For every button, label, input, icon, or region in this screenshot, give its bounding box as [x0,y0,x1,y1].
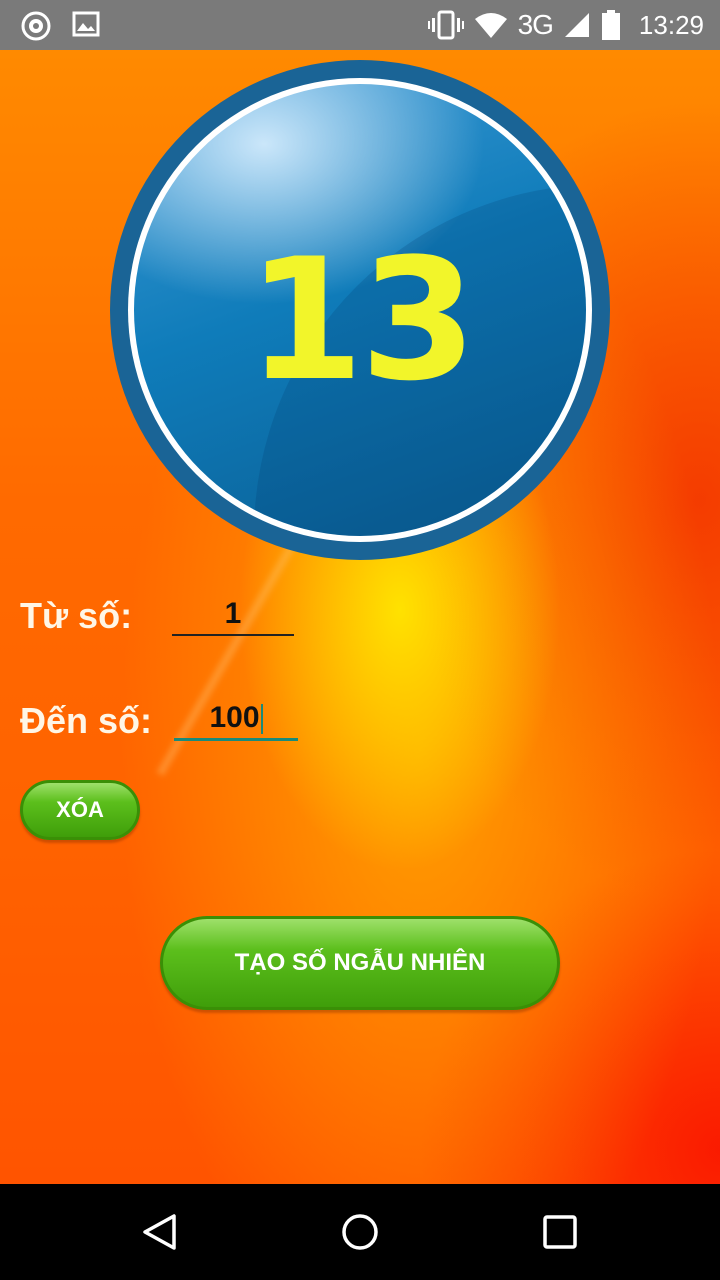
random-number: 13 [247,222,477,418]
network-type: 3G [517,9,554,40]
navigation-bar [0,1184,720,1280]
battery-icon [601,10,621,40]
compass-icon [20,10,52,42]
generate-button[interactable]: TẠO SỐ NGẪU NHIÊN [160,916,560,1010]
status-bar: 3G 13:29 [0,0,720,50]
signal-icon [563,11,591,39]
from-input[interactable]: 1 [172,594,294,636]
wifi-icon [474,11,508,39]
image-icon [72,10,100,42]
number-display: 13 [110,60,610,560]
from-value: 1 [224,597,242,630]
vibrate-icon [427,10,464,40]
status-time: 13:29 [638,9,704,40]
to-label: Đến số: [20,700,153,741]
clear-button-label: XÓA [56,797,104,822]
clear-button[interactable]: XÓA [20,780,140,840]
from-label: Từ số: [20,595,133,636]
recents-icon[interactable] [542,1214,578,1255]
home-icon[interactable] [340,1212,380,1257]
text-caret [260,704,263,735]
to-input[interactable]: 100 [174,698,298,741]
generate-button-label: TẠO SỐ NGẪU NHIÊN [234,949,486,976]
to-value: 100 [209,701,260,734]
app-screen: 13 Từ số: 1 Đến số: 100 XÓA TẠO SỐ NGẪU … [0,50,720,1184]
back-icon[interactable] [140,1212,180,1257]
